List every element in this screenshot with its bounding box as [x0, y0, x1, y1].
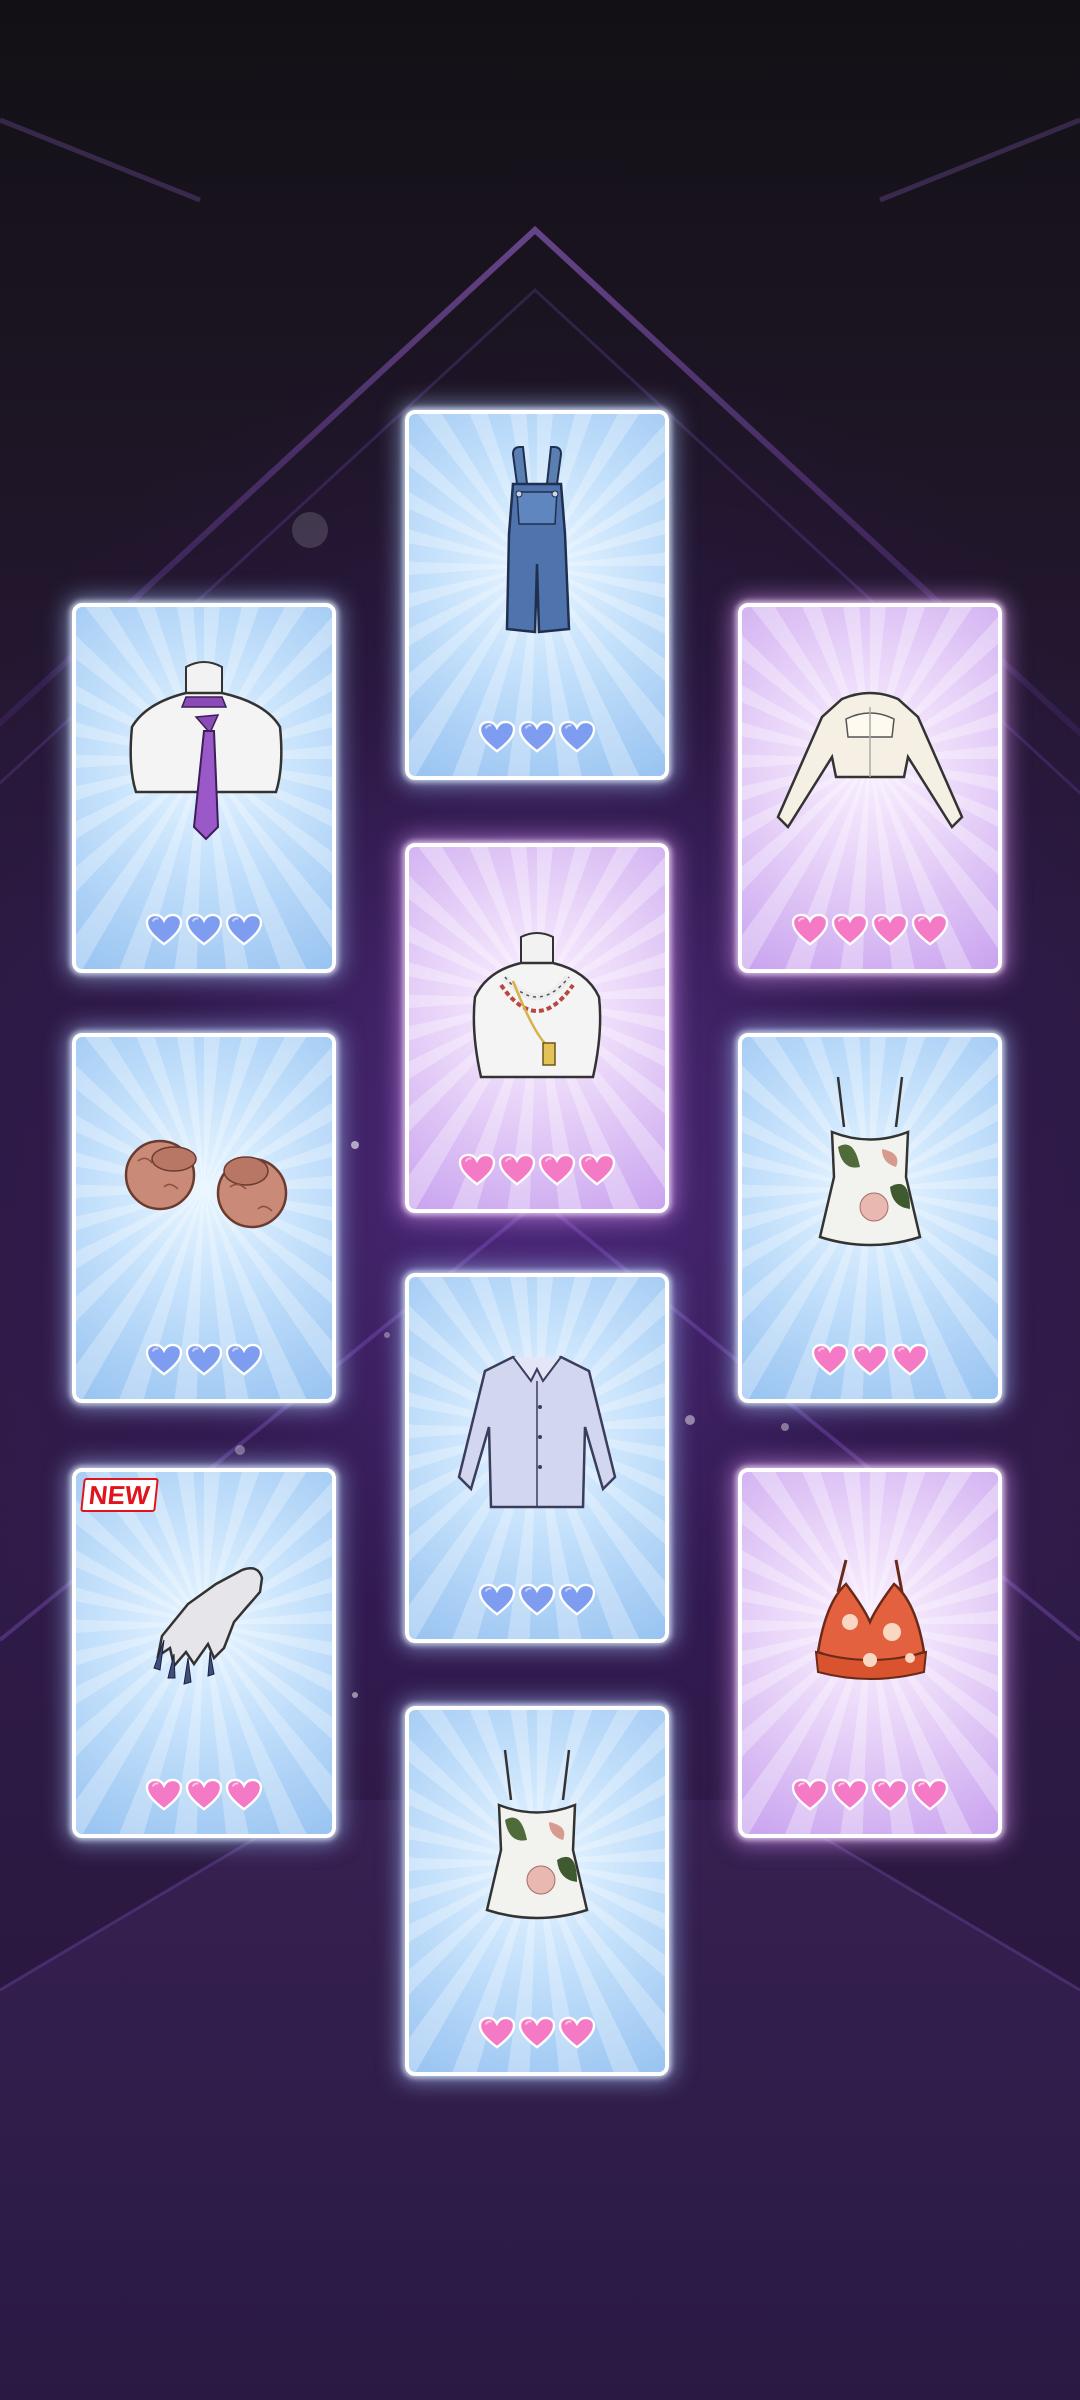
lavender-shirt-icon — [457, 1355, 617, 1509]
outfit-card-bralette[interactable] — [738, 1468, 1002, 1838]
outfit-card-floral-camisole-2[interactable] — [405, 1706, 669, 2076]
heart-icon — [518, 2016, 556, 2049]
rarity-hearts — [409, 1583, 665, 1617]
heart-icon — [831, 1778, 869, 1811]
purple-tie-icon — [129, 661, 283, 841]
heart-icon — [145, 1343, 183, 1376]
heart-icon — [811, 1343, 849, 1376]
new-badge: NEW — [80, 1478, 159, 1512]
heart-icon — [185, 913, 223, 946]
outfit-card-shirt[interactable] — [405, 1273, 669, 1643]
outfit-reward-screen: NEW — [0, 0, 1080, 2400]
outfit-card-manicure[interactable]: NEW — [72, 1468, 336, 1838]
heart-icon — [791, 913, 829, 946]
heart-icon — [831, 913, 869, 946]
heart-icon — [225, 913, 263, 946]
layered-necklace-icon — [472, 932, 602, 1079]
heart-icon — [791, 1778, 829, 1811]
heart-icon — [871, 913, 909, 946]
heart-icon — [558, 720, 596, 753]
rarity-hearts — [742, 1343, 998, 1377]
manicure-hand-icon — [153, 1567, 264, 1685]
heart-icon — [478, 2016, 516, 2049]
heart-icon — [145, 913, 183, 946]
heart-icon — [558, 2016, 596, 2049]
heart-icon — [891, 1343, 929, 1376]
rarity-hearts — [76, 1778, 332, 1812]
denim-overalls-icon — [505, 446, 571, 634]
heart-icon — [871, 1778, 909, 1811]
floral-camisole-icon — [818, 1076, 922, 1247]
heart-icon — [538, 1153, 576, 1186]
outfit-card-overalls[interactable] — [405, 410, 669, 780]
heart-icon — [478, 720, 516, 753]
outfit-card-necklace[interactable] — [405, 843, 669, 1213]
rarity-hearts — [742, 1778, 998, 1812]
rarity-hearts — [409, 2016, 665, 2050]
heart-icon — [851, 1343, 889, 1376]
heart-icon — [185, 1778, 223, 1811]
heart-icon — [911, 913, 949, 946]
heart-icon — [911, 1778, 949, 1811]
fur-slippers-icon — [124, 1139, 288, 1229]
heart-icon — [498, 1153, 536, 1186]
heart-icon — [518, 1583, 556, 1616]
heart-icon — [225, 1778, 263, 1811]
outfit-card-tie[interactable] — [72, 603, 336, 973]
rarity-hearts — [76, 1343, 332, 1377]
heart-icon — [518, 720, 556, 753]
heart-icon — [225, 1343, 263, 1376]
heart-icon — [558, 1583, 596, 1616]
rarity-hearts — [742, 913, 998, 947]
orange-floral-bralette-icon — [814, 1559, 928, 1680]
outfit-card-cardigan[interactable] — [738, 603, 1002, 973]
heart-icon — [145, 1778, 183, 1811]
rarity-hearts — [76, 913, 332, 947]
cream-cropped-cardigan-icon — [776, 691, 964, 829]
outfit-card-slippers[interactable] — [72, 1033, 336, 1403]
heart-icon — [458, 1153, 496, 1186]
outfit-card-floral-camisole[interactable] — [738, 1033, 1002, 1403]
rarity-hearts — [409, 720, 665, 754]
floral-camisole-icon — [485, 1749, 589, 1920]
heart-icon — [185, 1343, 223, 1376]
heart-icon — [478, 1583, 516, 1616]
heart-icon — [578, 1153, 616, 1186]
rarity-hearts — [409, 1153, 665, 1187]
